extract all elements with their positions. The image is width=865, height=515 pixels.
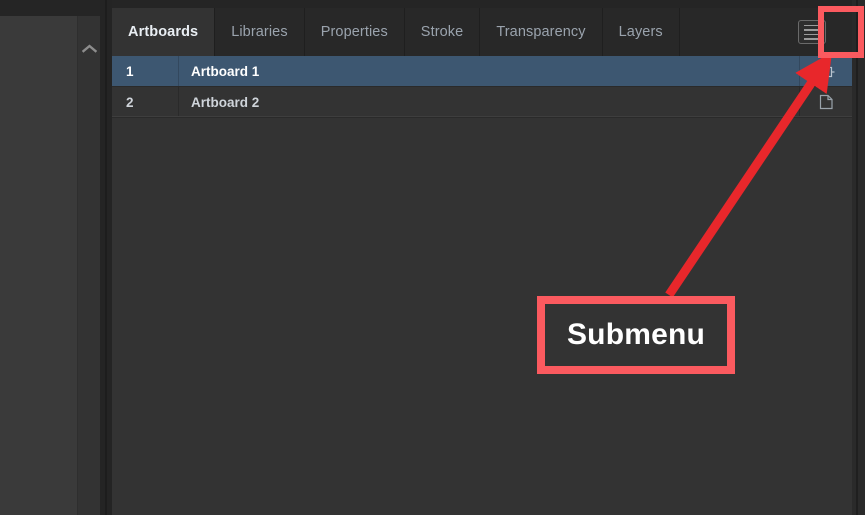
hamburger-line — [804, 29, 820, 31]
table-row[interactable]: 1 Artboard 1 — [112, 56, 852, 87]
workspace-top-strip — [0, 0, 100, 16]
tab-stroke-label: Stroke — [420, 24, 464, 40]
artboard-row-name[interactable]: Artboard 2 — [179, 95, 799, 110]
tab-stroke[interactable]: Stroke — [404, 8, 481, 56]
panel-right-edge-line — [856, 0, 858, 515]
tab-transparency[interactable]: Transparency — [480, 8, 603, 56]
tab-libraries-label: Libraries — [231, 24, 288, 40]
tab-properties-label: Properties — [320, 24, 388, 40]
panel-submenu-button[interactable] — [788, 8, 836, 56]
table-row[interactable]: 2 Artboard 2 — [112, 87, 852, 118]
tab-transparency-label: Transparency — [496, 24, 586, 40]
hamburger-line — [804, 38, 820, 40]
panel-collapse-strip[interactable] — [77, 16, 101, 515]
artboards-panel: Artboards Libraries Properties Stroke Tr… — [112, 0, 852, 515]
panel-tab-bar: Artboards Libraries Properties Stroke Tr… — [112, 8, 852, 56]
artboard-page-icon[interactable] — [799, 87, 852, 117]
tab-libraries[interactable]: Libraries — [215, 8, 305, 56]
artboard-row-number: 1 — [126, 63, 134, 79]
hamburger-menu-icon[interactable] — [798, 20, 826, 44]
artboard-row-number: 2 — [126, 94, 134, 110]
illustrator-panel-screenshot: Artboards Libraries Properties Stroke Tr… — [0, 0, 865, 515]
artboards-list: 1 Artboard 1 2 Artboard 2 — [112, 56, 852, 515]
list-bottom-divider — [112, 116, 852, 117]
tab-artboards[interactable]: Artboards — [112, 8, 216, 56]
tab-properties[interactable]: Properties — [304, 8, 405, 56]
artboard-row-name[interactable]: Artboard 1 — [179, 64, 799, 79]
panel-right-edge — [852, 0, 865, 515]
tab-layers[interactable]: Layers — [602, 8, 680, 56]
workspace-area — [0, 0, 101, 515]
chevron-up-icon[interactable] — [82, 44, 97, 54]
hamburger-line — [804, 24, 820, 26]
panel-top-strip — [112, 0, 852, 8]
hamburger-line — [804, 33, 820, 35]
panel-left-gutter — [100, 0, 112, 515]
move-artboard-icon[interactable] — [799, 56, 852, 86]
panel-left-gutter-line — [105, 0, 107, 515]
tab-layers-label: Layers — [618, 24, 663, 40]
tab-artboards-label: Artboards — [128, 24, 199, 40]
